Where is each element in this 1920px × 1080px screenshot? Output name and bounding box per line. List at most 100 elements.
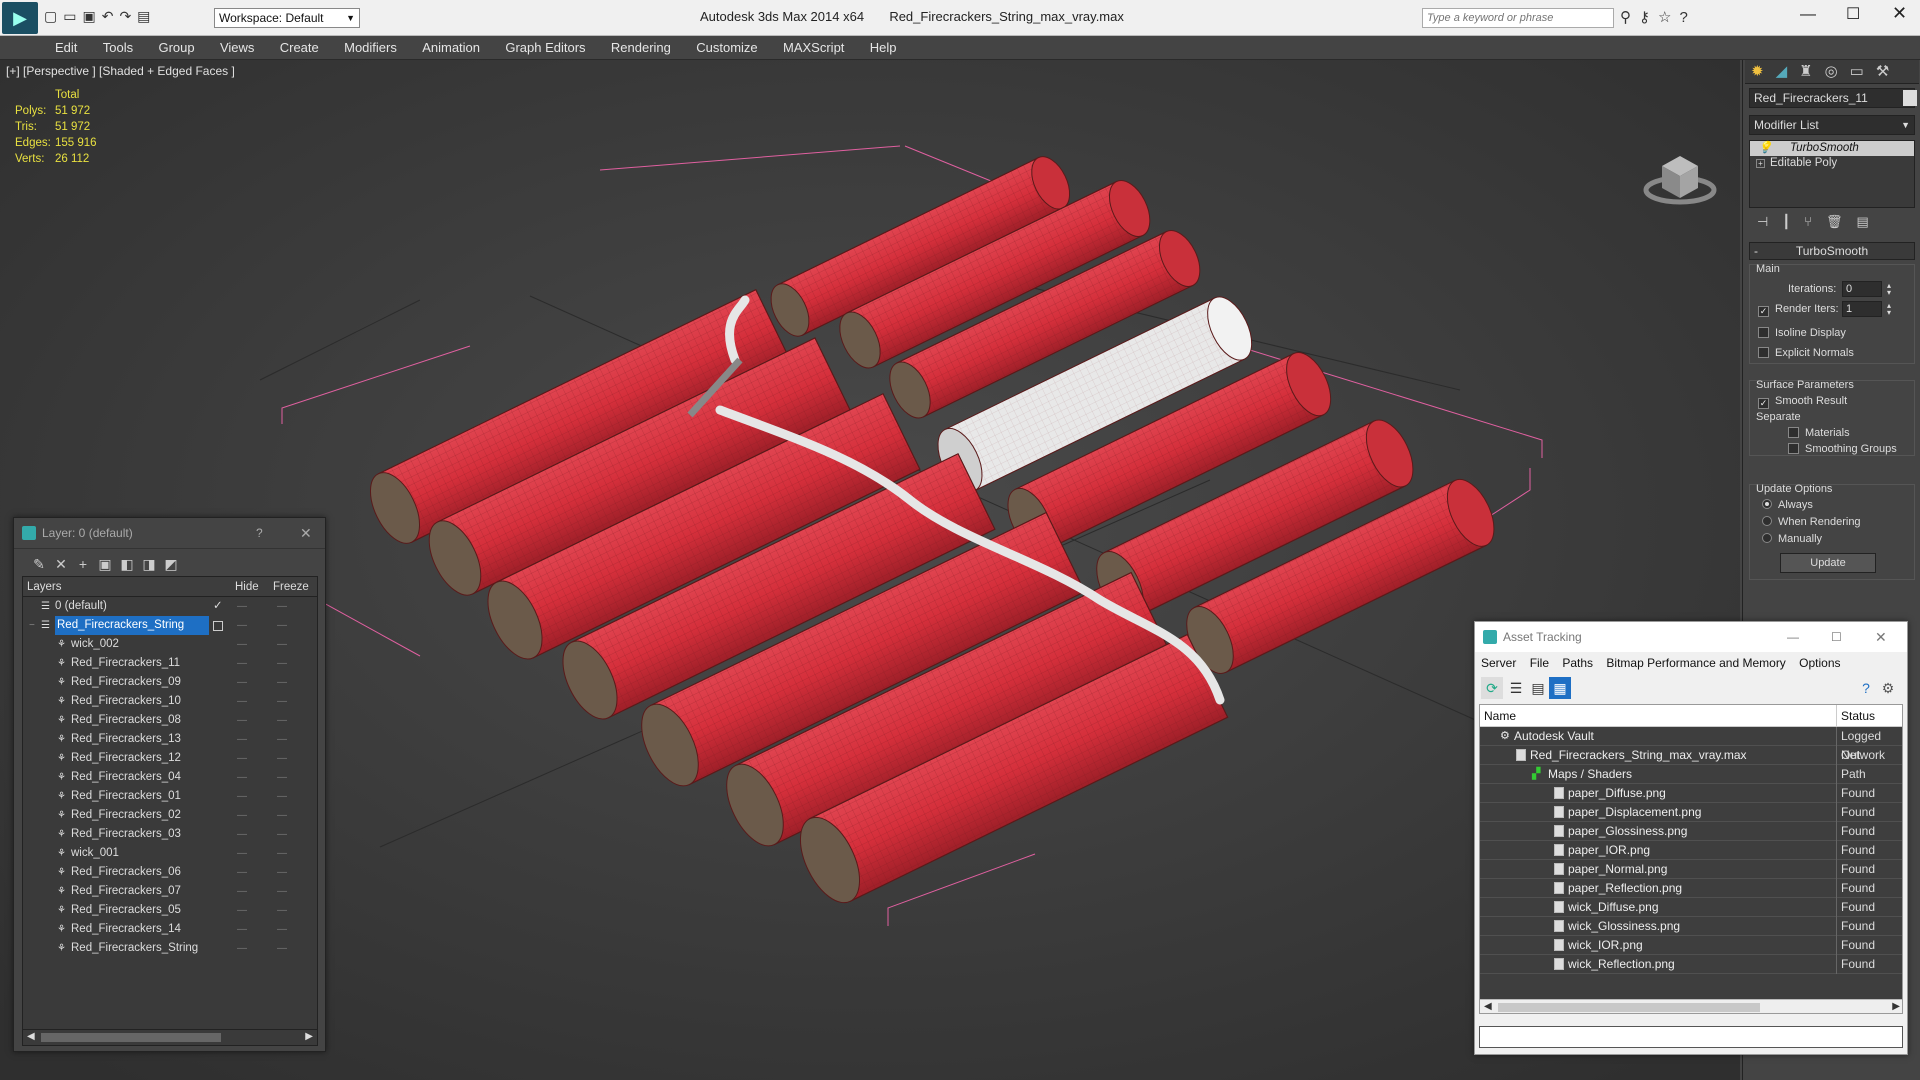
when-rendering-radio[interactable] xyxy=(1762,516,1772,526)
create-tab-icon[interactable]: ✹ xyxy=(1751,63,1776,80)
configure-sets-icon[interactable]: ▤ xyxy=(1856,214,1882,229)
minimize-button[interactable]: — xyxy=(1800,6,1816,24)
close-button[interactable]: ✕ xyxy=(300,518,312,548)
layer-object-row[interactable]: ⚘ Red_Firecrackers_08— — xyxy=(23,711,317,730)
stack-item-editable-poly[interactable]: + Editable Poly xyxy=(1750,156,1914,171)
iterations-spinner[interactable]: 0 ▴ ▾ xyxy=(1842,281,1891,297)
layer-object-row[interactable]: ⚘ Red_Firecrackers_10— — xyxy=(23,692,317,711)
menu-create[interactable]: Create xyxy=(269,36,330,60)
modify-tab-icon[interactable]: ◢ xyxy=(1776,63,1800,80)
layer-object-row[interactable]: ⚘ Red_Firecrackers_14— — xyxy=(23,920,317,939)
remove-modifier-icon[interactable]: 🗑 xyxy=(1826,214,1857,229)
scroll-right-icon[interactable]: ▶ xyxy=(1892,1001,1900,1012)
col-freeze[interactable]: Freeze xyxy=(273,577,309,597)
horizontal-scrollbar[interactable]: ◀ ▶ xyxy=(23,1029,317,1045)
utilities-tab-icon[interactable]: ⚒ xyxy=(1876,63,1901,80)
maximize-button[interactable]: ☐ xyxy=(1846,4,1860,24)
viewport-label[interactable]: [+] [Perspective ] [Shaded + Edged Faces… xyxy=(6,64,235,78)
menu-file[interactable]: File xyxy=(1530,656,1549,670)
menu-modifiers[interactable]: Modifiers xyxy=(333,36,408,60)
delete-layer-icon[interactable]: ✕ xyxy=(50,553,72,575)
turbosmooth-rollout-header[interactable]: - TurboSmooth xyxy=(1749,242,1915,260)
smoothing-groups-checkbox[interactable] xyxy=(1788,443,1799,454)
select-layer-icon[interactable]: ◧ xyxy=(116,553,138,575)
redo-icon[interactable]: ↷ xyxy=(119,8,137,24)
layer-object-row[interactable]: ⚘ Red_Firecrackers_04— — xyxy=(23,768,317,787)
layer-row[interactable]: − ☰ Red_Firecrackers_String — — xyxy=(23,616,317,635)
undo-icon[interactable]: ↶ xyxy=(102,8,120,24)
scroll-right-icon[interactable]: ▶ xyxy=(305,1031,313,1042)
select-in-layer-icon[interactable]: ▣ xyxy=(94,553,116,575)
lightbulb-icon[interactable]: 💡 xyxy=(1758,141,1772,156)
update-button[interactable]: Update xyxy=(1780,553,1876,573)
materials-checkbox[interactable] xyxy=(1788,427,1799,438)
menu-customize[interactable]: Customize xyxy=(685,36,768,60)
col-name[interactable]: Name xyxy=(1480,709,1516,723)
close-button[interactable]: ✕ xyxy=(1892,3,1907,24)
key-icon[interactable]: ⚷ xyxy=(1639,9,1658,26)
layer-object-row[interactable]: ⚘ wick_001— — xyxy=(23,844,317,863)
open-file-icon[interactable]: ▭ xyxy=(63,8,82,24)
scroll-thumb[interactable] xyxy=(41,1033,221,1042)
asset-row[interactable]: paper_Glossiness.png Found xyxy=(1480,822,1902,841)
collapse-icon[interactable]: − xyxy=(29,616,35,635)
asset-path-field[interactable] xyxy=(1479,1026,1903,1048)
search-box[interactable] xyxy=(1422,8,1614,28)
layer-object-row[interactable]: ⚘ Red_Firecrackers_03— — xyxy=(23,825,317,844)
col-hide[interactable]: Hide xyxy=(235,577,259,597)
pin-stack-icon[interactable]: ⊣ xyxy=(1757,214,1782,229)
save-icon[interactable]: ▣ xyxy=(82,8,101,24)
add-to-layer-icon[interactable]: + xyxy=(72,553,94,575)
help-icon[interactable]: ? xyxy=(1855,677,1877,699)
minimize-button[interactable]: — xyxy=(1787,622,1799,652)
refresh-icon[interactable]: ⟳ xyxy=(1481,677,1503,699)
asset-row[interactable]: wick_IOR.png Found xyxy=(1480,936,1902,955)
asset-row[interactable]: paper_Diffuse.png Found xyxy=(1480,784,1902,803)
asset-row[interactable]: wick_Glossiness.png Found xyxy=(1480,917,1902,936)
always-radio[interactable] xyxy=(1762,499,1772,509)
menu-group[interactable]: Group xyxy=(147,36,205,60)
asset-row[interactable]: ⚙ Autodesk Vault Logged Out xyxy=(1480,727,1902,765)
layer-object-row[interactable]: ⚘ Red_Firecrackers_07— — xyxy=(23,882,317,901)
smooth-result-checkbox[interactable]: ✓ xyxy=(1758,398,1769,409)
new-file-icon[interactable]: ▢ xyxy=(44,8,63,24)
asset-tracking-titlebar[interactable]: Asset Tracking — ☐ ✕ xyxy=(1475,622,1907,652)
stack-item-turbosmooth[interactable]: 💡 TurboSmooth xyxy=(1750,141,1914,156)
hide-all-layers-icon[interactable]: ◩ xyxy=(160,553,182,575)
render-iters-spinner[interactable]: 1 ▴ ▾ xyxy=(1842,301,1891,317)
current-layer-check-icon[interactable]: ✓ xyxy=(213,597,223,616)
display-tab-icon[interactable]: ▭ xyxy=(1850,63,1876,80)
layer-list[interactable]: Layers Hide Freeze ☰ 0 (default) ✓ — — − ☰ Red… xyxy=(22,576,318,1046)
scroll-left-icon[interactable]: ◀ xyxy=(1484,1001,1492,1012)
table-view-icon[interactable]: ▤ xyxy=(1527,677,1549,699)
asset-row[interactable]: wick_Reflection.png Found xyxy=(1480,955,1902,974)
col-status[interactable]: Status xyxy=(1836,705,1875,727)
asset-row[interactable]: paper_Normal.png Found xyxy=(1480,860,1902,879)
menu-animation[interactable]: Animation xyxy=(411,36,491,60)
asset-row[interactable]: ▞ Maps / Shaders xyxy=(1480,765,1902,784)
menu-options[interactable]: Options xyxy=(1799,656,1840,670)
layer-object-row[interactable]: ⚘ Red_Firecrackers_11— — xyxy=(23,654,317,673)
menu-maxscript[interactable]: MAXScript xyxy=(772,36,855,60)
asset-row[interactable]: paper_Displacement.png Found xyxy=(1480,803,1902,822)
create-layer-icon[interactable]: ✎ xyxy=(28,553,50,575)
asset-row[interactable]: wick_Diffuse.png Found xyxy=(1480,898,1902,917)
favorites-star-icon[interactable]: ☆ xyxy=(1658,9,1679,26)
motion-tab-icon[interactable]: ◎ xyxy=(1825,63,1850,80)
scroll-thumb[interactable] xyxy=(1498,1003,1760,1012)
layer-object-row[interactable]: ⚘ Red_Firecrackers_01— — xyxy=(23,787,317,806)
explicit-normals-checkbox[interactable] xyxy=(1758,347,1769,358)
menu-server[interactable]: Server xyxy=(1481,656,1516,670)
layer-object-row[interactable]: ⚘ Red_Firecrackers_02— — xyxy=(23,806,317,825)
layer-window-titlebar[interactable]: Layer: 0 (default) ? ✕ xyxy=(14,518,325,548)
menu-help[interactable]: Help xyxy=(859,36,908,60)
layer-object-row[interactable]: ⚘ wick_002— — xyxy=(23,635,317,654)
isoline-checkbox[interactable] xyxy=(1758,327,1769,338)
help-button[interactable]: ? xyxy=(256,518,263,548)
maximize-button[interactable]: ☐ xyxy=(1831,622,1842,652)
menu-views[interactable]: Views xyxy=(209,36,265,60)
make-unique-icon[interactable]: ⑂ xyxy=(1804,214,1826,229)
layer-object-row[interactable]: ⚘ Red_Firecrackers_06— — xyxy=(23,863,317,882)
object-color-swatch[interactable] xyxy=(1903,90,1917,106)
menu-edit[interactable]: Edit xyxy=(44,36,88,60)
